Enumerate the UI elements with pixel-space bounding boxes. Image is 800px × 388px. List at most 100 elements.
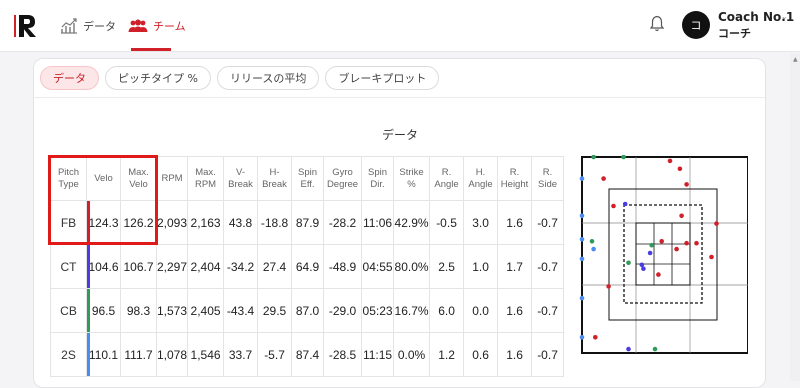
plot-point[interactable] [601, 176, 606, 181]
plot-frame [581, 156, 748, 354]
plot-point[interactable] [641, 266, 646, 271]
table-cell: 2,163 [187, 200, 225, 245]
table-cell: -28.5 [323, 332, 363, 377]
plot-point[interactable] [579, 256, 585, 262]
plot-point[interactable] [714, 221, 719, 226]
table-cell: 2,404 [187, 244, 225, 289]
pitch-type-cell: 2S [50, 332, 87, 377]
plot-point[interactable] [579, 176, 585, 181]
chart-growth-icon [60, 18, 78, 34]
table-cell: -5.7 [257, 332, 293, 377]
plot-point[interactable] [579, 335, 585, 340]
tab-release-average[interactable]: リリースの平均 [216, 66, 320, 90]
table-cell: 3.0 [463, 200, 499, 245]
brand-logo[interactable] [13, 11, 37, 39]
strike-zone-plot [579, 155, 748, 354]
view-tabs: データ ピッチタイプ % リリースの平均 ブレーキプロット [40, 66, 440, 90]
table-cell: 1.6 [497, 332, 533, 377]
col-header-velo: Velo [86, 156, 121, 201]
plot-point[interactable] [656, 272, 661, 277]
table-cell: -18.8 [257, 200, 293, 245]
plot-point[interactable] [622, 201, 628, 207]
plot-point[interactable] [589, 239, 595, 244]
nav-data[interactable]: データ [60, 0, 116, 52]
table-cell: 1,546 [187, 332, 225, 377]
notification-bell-icon[interactable] [649, 15, 665, 36]
table-cell: 87.4 [291, 332, 325, 377]
nav-team[interactable]: チーム [128, 0, 186, 52]
table-cell: -34.2 [223, 244, 259, 289]
velo-value: 96.5 [91, 303, 116, 318]
tab-data[interactable]: データ [40, 66, 99, 90]
table-cell: -0.7 [531, 244, 565, 289]
velo-cell: 124.3 [86, 200, 121, 245]
col-header-h-angle: H. Angle [463, 156, 499, 201]
plot-point[interactable] [674, 246, 679, 252]
table-cell: 11:15 [361, 332, 395, 377]
vertical-scrollbar[interactable] [790, 53, 800, 381]
pitch-color-bar [87, 201, 90, 244]
plot-point[interactable] [579, 237, 585, 242]
table-cell: 42.9% [393, 200, 431, 245]
table-cell: 2,405 [187, 288, 225, 333]
plot-point[interactable] [677, 166, 683, 172]
plot-point[interactable] [591, 246, 596, 252]
plot-point[interactable] [611, 203, 616, 209]
pitch-type-cell: FB [50, 200, 87, 245]
table-cell: 1.2 [429, 332, 465, 377]
table-row[interactable]: CT 104.6 106.7 2,297 2,404 -34.2 27.4 64.9 -48.9… [50, 244, 565, 289]
plot-point[interactable] [626, 260, 631, 266]
plot-point[interactable] [709, 254, 714, 260]
plot-point[interactable] [684, 182, 689, 187]
table-cell: 2,297 [155, 244, 189, 289]
plot-point[interactable] [649, 242, 654, 248]
plot-point[interactable] [579, 295, 585, 301]
velo-cell: 110.1 [86, 332, 121, 377]
user-avatar[interactable]: コ [682, 11, 710, 39]
table-row[interactable]: CB 96.5 98.3 1,573 2,405 -43.4 29.5 87.0 -29.0 05… [50, 288, 565, 333]
table-cell: -28.2 [323, 200, 363, 245]
pitch-type-cell: CB [50, 288, 87, 333]
col-header-r-side: R. Side [531, 156, 565, 201]
table-cell: 2,093 [155, 200, 189, 245]
col-header-max-velo: Max. Velo [120, 156, 157, 201]
table-cell: 0.0% [393, 332, 431, 377]
plot-point[interactable] [679, 213, 684, 219]
tab-break-plot[interactable]: ブレーキプロット [325, 66, 440, 90]
table-row[interactable]: 2S 110.1 111.7 1,078 1,546 33.7 -5.7 87.4 -28.5 1… [50, 332, 565, 377]
table-cell: -0.7 [531, 288, 565, 333]
plot-point[interactable] [579, 213, 585, 219]
pitch-type-cell: CT [50, 244, 87, 289]
plot-point[interactable] [626, 346, 631, 352]
table-cell: 27.4 [257, 244, 293, 289]
table-cell: 87.9 [291, 200, 325, 245]
plot-point[interactable] [659, 239, 664, 244]
table-cell: 0.0 [463, 288, 499, 333]
nav-data-label: データ [83, 20, 116, 33]
plot-point[interactable] [606, 284, 611, 289]
table-cell: 87.0 [291, 288, 325, 333]
table-cell: 1.0 [463, 244, 499, 289]
chevron-down-icon[interactable]: ⌄ [781, 12, 788, 21]
col-header-spin-eff: Spin Eff. [291, 156, 325, 201]
table-cell: -48.9 [323, 244, 363, 289]
tab-pitch-type[interactable]: ピッチタイプ % [105, 66, 211, 90]
plot-point[interactable] [694, 240, 699, 246]
table-row[interactable]: FB 124.3 126.2 2,093 2,163 43.8 -18.8 87.9 -28.2… [50, 200, 565, 245]
col-header-gyro-degree: Gyro Degree [323, 156, 363, 201]
col-header-r-angle: R. Angle [429, 156, 465, 201]
velo-value: 110.1 [88, 347, 119, 362]
plot-point[interactable] [652, 346, 658, 352]
table-cell: 29.5 [257, 288, 293, 333]
col-header-strike-pct: Strike% [393, 156, 431, 201]
col-header-h-break: H- Break [257, 156, 293, 201]
table-cell: 1,573 [155, 288, 189, 333]
scroll-up-arrow-icon[interactable]: ▲ [793, 56, 798, 63]
plot-point[interactable] [593, 335, 598, 340]
plot-point[interactable] [684, 240, 689, 246]
plot-point[interactable] [667, 158, 673, 164]
plot-point[interactable] [647, 250, 653, 256]
table-cell: 04:55 [361, 244, 395, 289]
table-cell: 1.6 [497, 200, 533, 245]
pitch-color-bar [87, 289, 90, 332]
